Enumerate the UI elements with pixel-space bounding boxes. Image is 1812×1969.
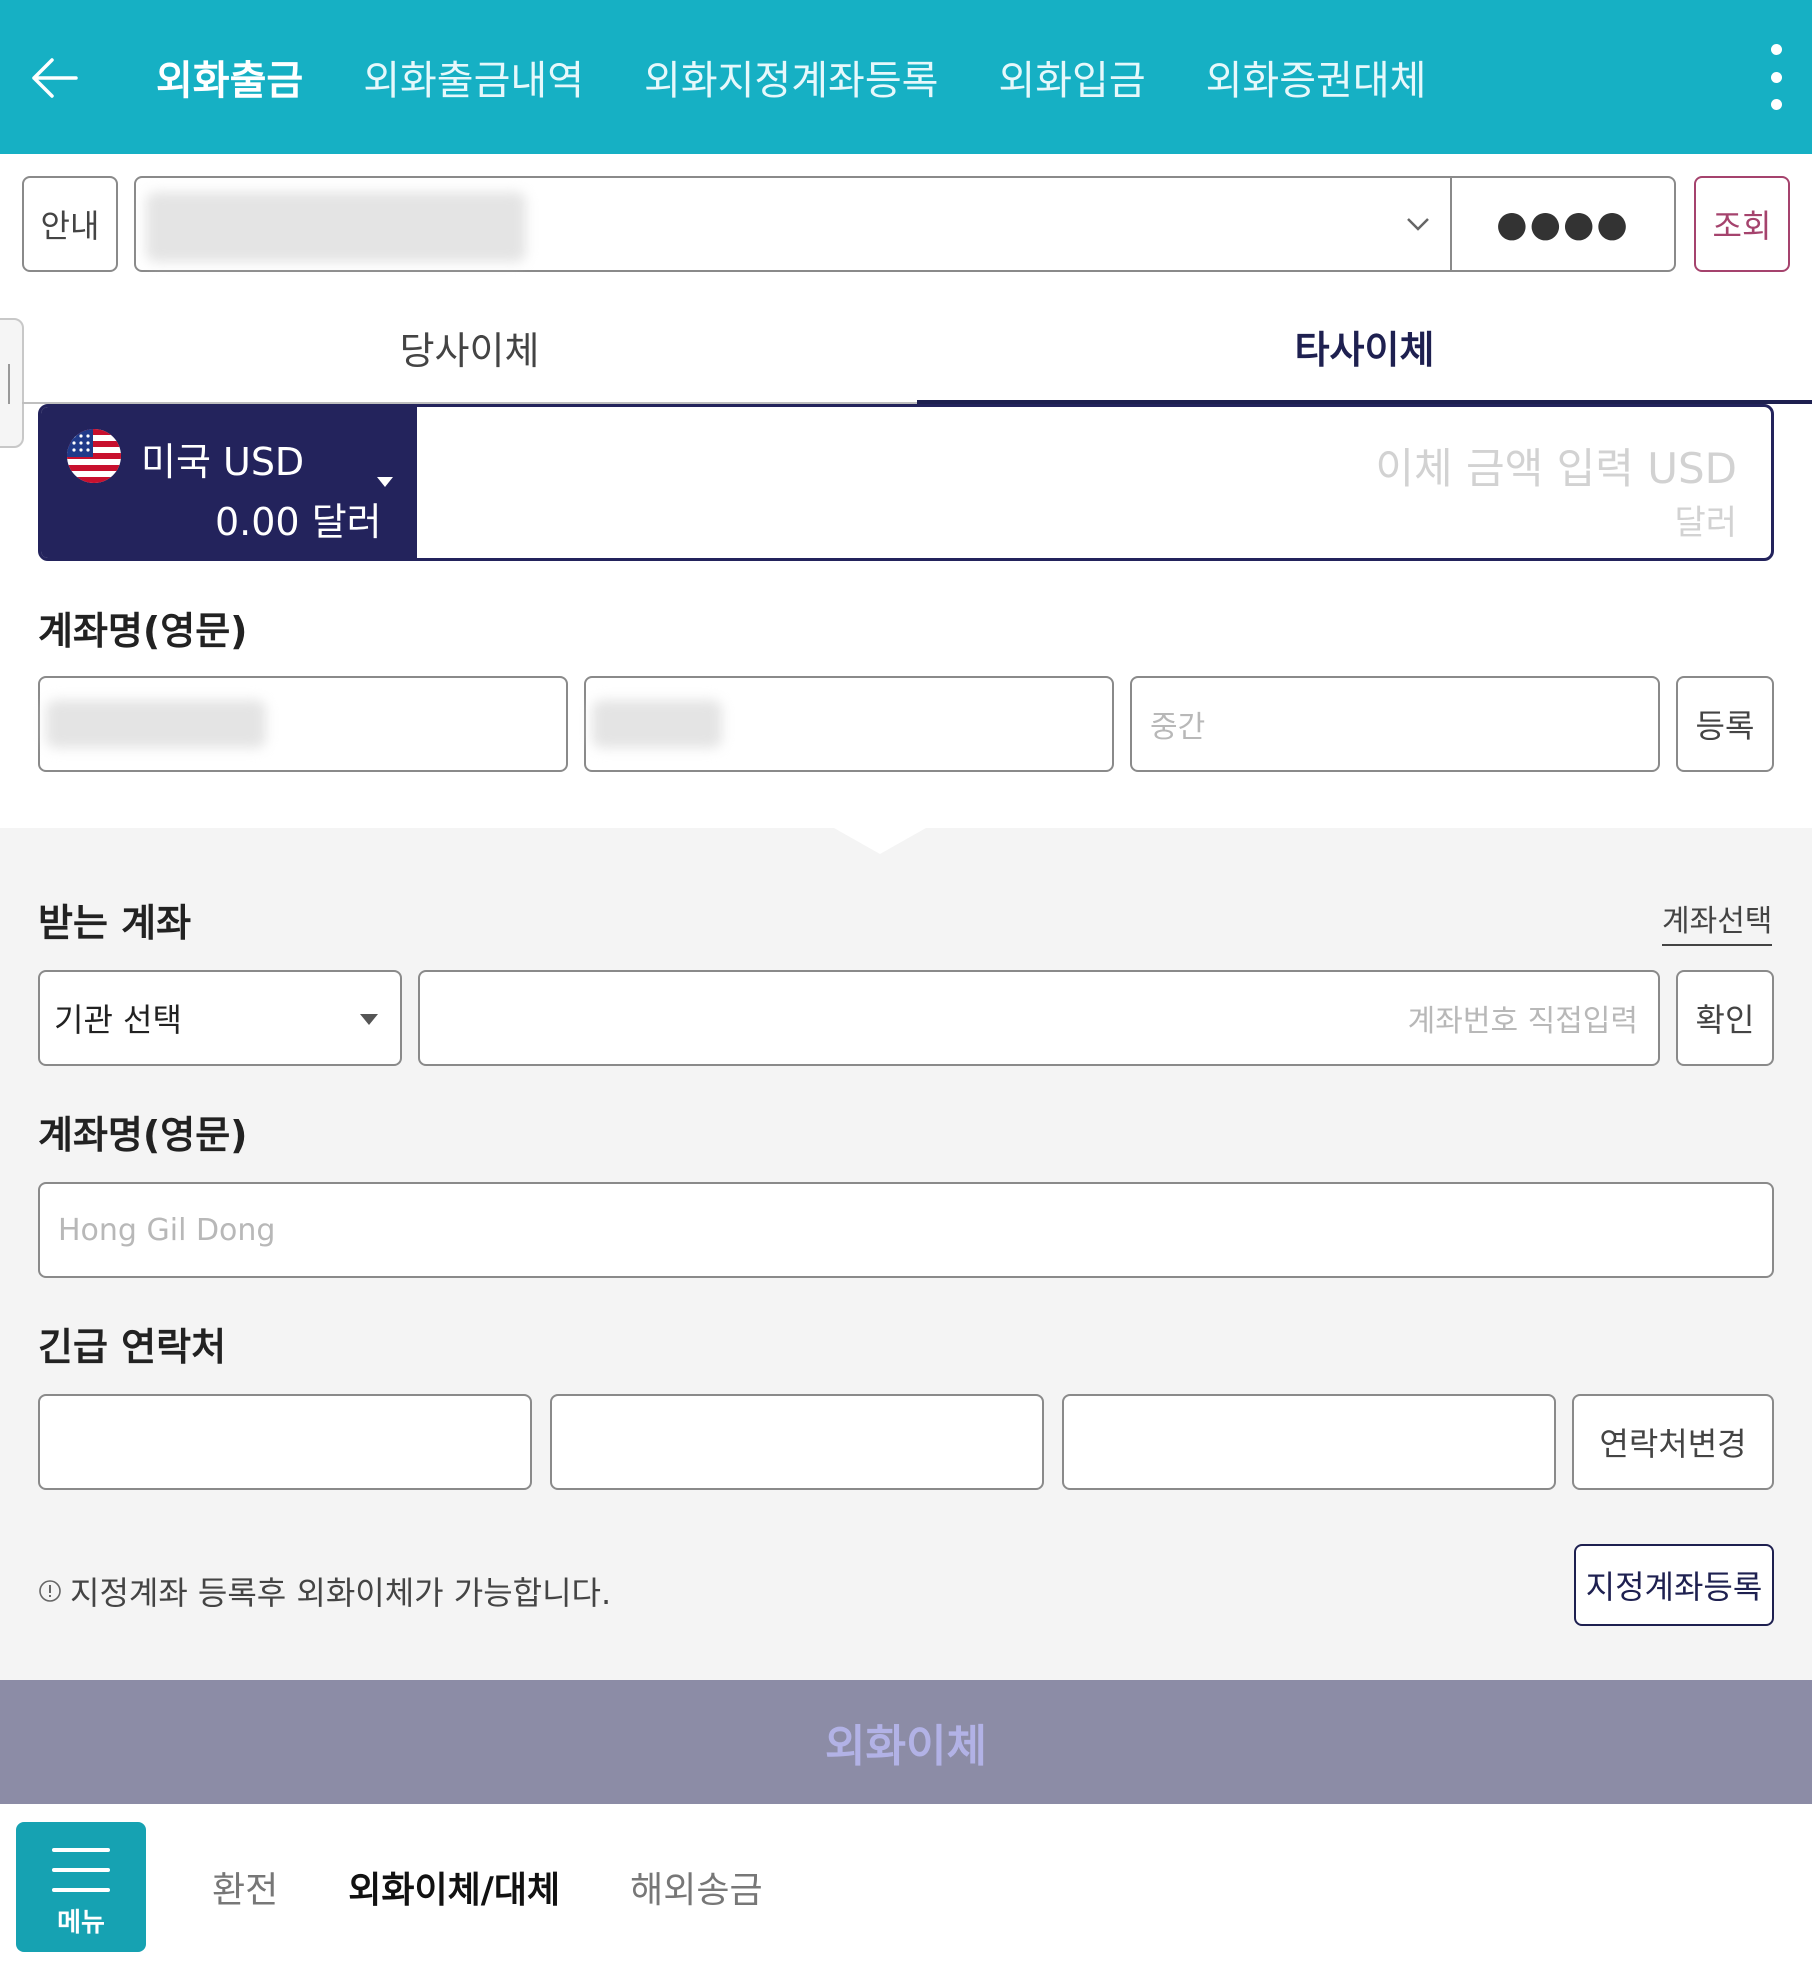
contact-field-3[interactable] [1062, 1394, 1556, 1490]
register-name-button[interactable]: 등록 [1676, 676, 1774, 772]
back-arrow-icon[interactable] [26, 50, 82, 106]
caret-down-icon [377, 477, 393, 487]
emergency-contact-label: 긴급 연락처 [38, 1325, 227, 1369]
top-header: 외화출금 외화출금내역 외화지정계좌등록 외화입금 외화증권대체 [0, 0, 1812, 154]
currency-select[interactable]: 미국 USD 0.00 달러 [41, 407, 417, 558]
tab-fx-designated-account[interactable]: 외화지정계좌등록 [644, 48, 938, 106]
sender-middle-name-field[interactable]: 중간 [1130, 676, 1660, 772]
amount-placeholder: 이체 금액 입력 USD [1375, 444, 1737, 493]
sender-first-name-field[interactable] [584, 676, 1114, 772]
receiver-name-placeholder: Hong Gil Dong [58, 1212, 276, 1248]
contact-field-1[interactable] [38, 1394, 532, 1490]
account-row: 안내 ●●●● 조회 [22, 176, 1790, 272]
amount-box: 미국 USD 0.00 달러 이체 금액 입력 USD 달러 [38, 404, 1774, 561]
register-designated-account-button[interactable]: 지정계좌등록 [1574, 1544, 1774, 1626]
sender-name-label: 계좌명(영문) [38, 609, 248, 653]
masked-text [46, 700, 266, 748]
change-contact-button[interactable]: 연락처변경 [1572, 1394, 1774, 1490]
fx-transfer-submit-button[interactable]: 외화이체 [0, 1680, 1812, 1804]
account-select[interactable] [134, 176, 1452, 272]
receiver-account-label: 받는 계좌 [38, 901, 192, 945]
menu-label: 메뉴 [57, 1908, 105, 1938]
bottom-tabs: 환전 외화이체/대체 해외송금 [212, 1804, 763, 1969]
masked-account-number [146, 192, 526, 262]
select-account-link[interactable]: 계좌선택 [1662, 896, 1773, 946]
receiver-name-label: 계좌명(영문) [38, 1113, 248, 1157]
account-number-placeholder: 계좌번호 직접입력 [1407, 1004, 1638, 1039]
tab-fx-deposit[interactable]: 외화입금 [998, 48, 1145, 106]
tab-fx-withdrawal-history[interactable]: 외화출금내역 [363, 48, 584, 106]
bottom-tab-exchange[interactable]: 환전 [212, 1861, 278, 1913]
info-circle-icon [39, 1580, 61, 1602]
masked-text [592, 700, 722, 748]
query-button[interactable]: 조회 [1694, 176, 1790, 272]
bottom-tab-fx-transfer[interactable]: 외화이체/대체 [348, 1861, 560, 1913]
tab-fx-withdrawal[interactable]: 외화출금 [156, 48, 303, 106]
contact-field-2[interactable] [550, 1394, 1044, 1490]
tab-external-transfer[interactable]: 타사이체 [917, 292, 1812, 404]
password-field[interactable]: ●●●● [1450, 176, 1676, 272]
middle-name-placeholder: 중간 [1150, 710, 1206, 745]
transfer-amount-input[interactable]: 이체 금액 입력 USD 달러 [417, 407, 1771, 558]
bottom-bar: 메뉴 환전 외화이체/대체 해외송금 [0, 1804, 1812, 1969]
institution-select-value: 기관 선택 [54, 1001, 182, 1039]
side-drawer-handle[interactable] [0, 318, 24, 448]
bottom-tab-overseas-remittance[interactable]: 해외송금 [630, 1861, 762, 1913]
account-number-input[interactable]: 계좌번호 직접입력 [418, 970, 1660, 1066]
section-notch [834, 828, 926, 854]
caret-down-icon [360, 1014, 378, 1025]
institution-select[interactable]: 기관 선택 [38, 970, 402, 1066]
transfer-type-tabs: 당사이체 타사이체 [22, 292, 1812, 404]
hamburger-icon [52, 1848, 110, 1892]
menu-button[interactable]: 메뉴 [16, 1822, 146, 1952]
info-button[interactable]: 안내 [22, 176, 118, 272]
header-tabs: 외화출금 외화출금내역 외화지정계좌등록 외화입금 외화증권대체 [156, 0, 1426, 154]
notice-text: 지정계좌 등록후 외화이체가 가능합니다. [70, 1574, 612, 1612]
more-options-icon[interactable] [1764, 44, 1788, 110]
us-flag-icon [67, 429, 121, 483]
chevron-down-icon [1407, 218, 1429, 231]
tab-internal-transfer[interactable]: 당사이체 [22, 292, 917, 404]
currency-balance: 0.00 달러 [215, 500, 382, 544]
notice-message: 지정계좌 등록후 외화이체가 가능합니다. [38, 1568, 611, 1614]
tab-fx-securities-transfer[interactable]: 외화증권대체 [1206, 48, 1427, 106]
confirm-account-button[interactable]: 확인 [1676, 970, 1774, 1066]
amount-unit-placeholder: 달러 [1674, 503, 1737, 543]
sender-last-name-field[interactable] [38, 676, 568, 772]
receiver-name-input[interactable]: Hong Gil Dong [38, 1182, 1774, 1278]
currency-name: 미국 USD [141, 440, 305, 484]
